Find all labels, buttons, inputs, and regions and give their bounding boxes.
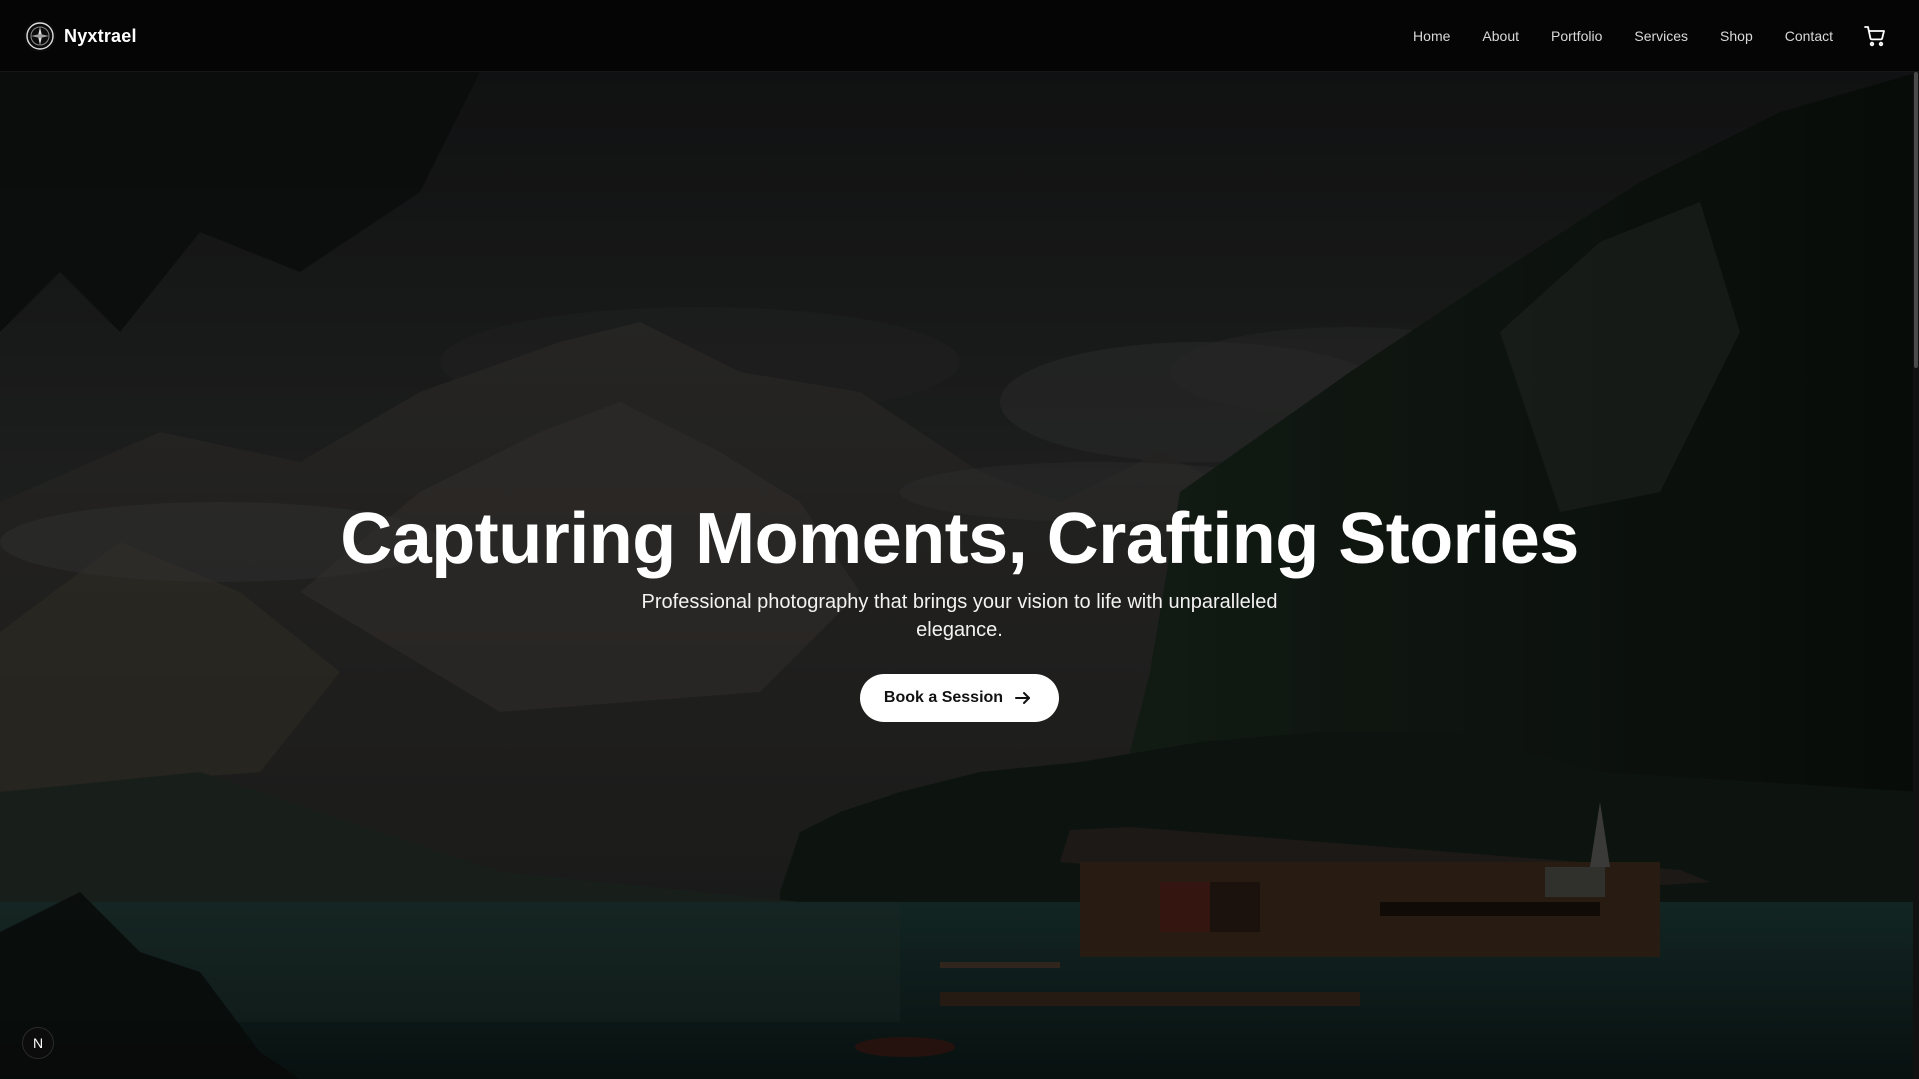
hero-title: Capturing Moments, Crafting Stories bbox=[340, 499, 1579, 579]
scrollbar-thumb[interactable] bbox=[1914, 72, 1918, 368]
n-badge-button[interactable]: N bbox=[22, 1027, 54, 1059]
brand[interactable]: Nyxtrael bbox=[24, 20, 137, 52]
hero-content: Capturing Moments, Crafting Stories Prof… bbox=[0, 496, 1919, 722]
hero-subtitle: Professional photography that brings you… bbox=[641, 591, 1278, 641]
nav-home[interactable]: Home bbox=[1413, 28, 1450, 44]
nav-about[interactable]: About bbox=[1482, 28, 1519, 44]
top-navbar: Nyxtrael Home About Portfolio Services S… bbox=[0, 0, 1919, 72]
compass-logo-icon bbox=[24, 20, 56, 52]
n-badge-label: N bbox=[32, 1035, 44, 1051]
brand-name: Nyxtrael bbox=[64, 25, 137, 46]
page: Nyxtrael Home About Portfolio Services S… bbox=[0, 0, 1919, 1079]
shopping-cart-icon[interactable] bbox=[1863, 24, 1887, 48]
nav-services[interactable]: Services bbox=[1634, 28, 1688, 44]
nav-links: Home About Portfolio Services Shop Conta… bbox=[1413, 0, 1833, 72]
book-session-label: Book a Session bbox=[883, 689, 1004, 706]
nav-shop[interactable]: Shop bbox=[1720, 28, 1753, 44]
book-session-button[interactable]: Book a Session bbox=[859, 674, 1060, 722]
arrow-right-icon bbox=[1015, 692, 1031, 704]
page-scrollbar[interactable] bbox=[1913, 72, 1919, 1079]
nav-contact[interactable]: Contact bbox=[1785, 28, 1833, 44]
nav-portfolio[interactable]: Portfolio bbox=[1551, 28, 1602, 44]
